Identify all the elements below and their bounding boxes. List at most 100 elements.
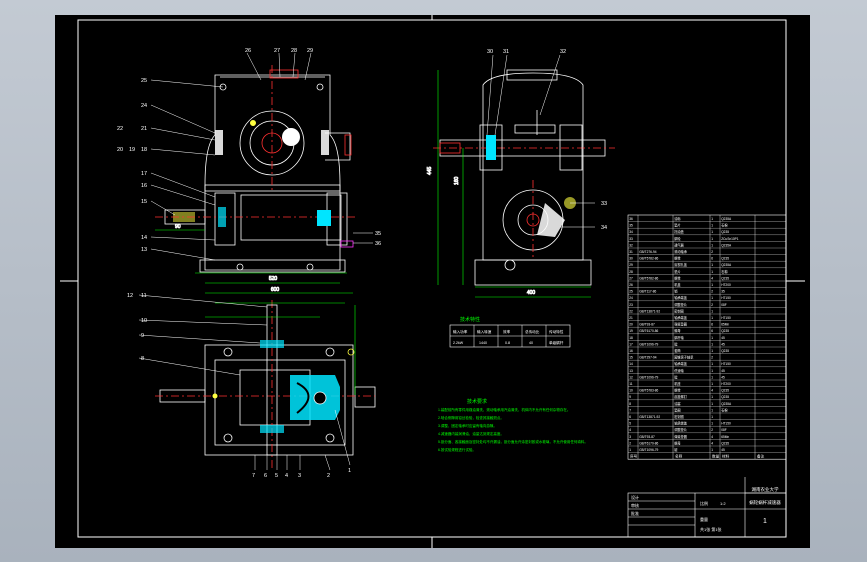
bom-cell-qty: 2 — [711, 303, 713, 307]
bom-cell-qty: 1 — [711, 422, 713, 426]
balloon-14: 14 — [141, 235, 147, 241]
bom-cell-no: 18 — [629, 336, 633, 340]
balloon-11: 11 — [141, 293, 147, 299]
bom-cell-qty: 1 — [711, 395, 713, 399]
bom-cell-qty: 1 — [711, 230, 713, 234]
bom-cell-name: 密封圈 — [674, 308, 684, 313]
bom-cell-qty: 1 — [711, 296, 713, 300]
tech-req-line-5: 5.剖分面、各接触面及密封处均不许漏油，剖分面允许涂密封胶或水玻璃，不允许使用任… — [438, 439, 588, 444]
bom-cell-code: GB/T1096-79 — [639, 448, 658, 452]
bom-cell-code: GB/T5782-86 — [639, 257, 658, 261]
bom-cell-no: 6 — [629, 415, 631, 419]
bom-cell-mat: 65Mn — [721, 435, 729, 439]
bom-cell-mat: Q235 — [721, 349, 729, 353]
bom-cell-name: 调整垫片 — [674, 302, 687, 307]
bom-cell-name: 圆锥滚子轴承 — [674, 355, 694, 360]
spec-header-5: 传动特性 — [549, 329, 564, 334]
bom-cell-qty: 6 — [711, 329, 713, 333]
bom-cell-no: 35 — [629, 224, 633, 228]
bom-cell-mat: 08F — [721, 428, 727, 432]
bom-cell-qty: 1 — [711, 349, 713, 353]
bom-cell-no: 5 — [629, 422, 631, 426]
bom-cell-mat: Q235 — [721, 257, 729, 261]
balloon-30: 30 — [487, 49, 493, 55]
drawing-sheet[interactable]: 520 90 26 27 28 29 25 24 22 21 20 19 18 … — [55, 15, 810, 548]
spec-header-2: 输入转速 — [477, 329, 492, 334]
bom-cell-name: 弹簧垫圈 — [674, 434, 687, 439]
bom-cell-mat: 35 — [721, 290, 725, 294]
drawing-title: 蜗轮蜗杆减速器 — [749, 499, 781, 506]
bom-cell-mat: HT200 — [721, 283, 731, 287]
bom-cell-name: 垫片 — [674, 269, 680, 274]
bom-cell-no: 13 — [629, 369, 633, 373]
bom-cell-no: 2 — [629, 441, 631, 445]
bom-cell-qty: 4 — [711, 276, 713, 280]
bom-cell-mat: HT150 — [721, 296, 731, 300]
bom-cell-name: 轴承端盖 — [674, 421, 688, 426]
bom-cell-qty: 1 — [711, 217, 713, 221]
bom-cell-name: 低速轴 — [674, 368, 684, 373]
spec-value-5: 单级蜗杆 — [549, 340, 564, 345]
balloon-26: 27 — [274, 48, 280, 54]
balloon-34: 34 — [601, 225, 607, 231]
bom-cell-name: 螺母 — [674, 440, 680, 445]
bom-cell-qty: 1 — [711, 316, 713, 320]
balloon-24: 24 — [141, 103, 147, 109]
bom-cell-mat: Q235A — [721, 217, 732, 221]
bom-cell-code: GB/T297-94 — [639, 356, 657, 360]
bom-cell-name: 滚动轴承 — [674, 249, 688, 254]
bom-cell-mat: Q235 — [721, 329, 729, 333]
approver-label: 批准 — [631, 510, 639, 516]
scale-value: 1:2 — [720, 501, 726, 506]
bom-cell-no: 25 — [629, 290, 633, 294]
bom-cell-mat: 08F — [721, 303, 727, 307]
tech-req-title: 技术要求 — [467, 398, 487, 405]
tech-spec-title: 技术特性 — [460, 316, 480, 323]
balloon-35: 35 — [375, 231, 381, 237]
bom-cell-mat: HT200 — [721, 382, 731, 386]
title-block: 设计 审核 批准 比例 1:2 重量 共1张 第1张 湖南农业大学 蜗轮蜗杆减速… — [627, 477, 787, 538]
bom-cell-qty: 4 — [711, 389, 713, 393]
bom-cell-qty: 1 — [711, 375, 713, 379]
assembly-drawing: 520 90 26 27 28 29 25 24 22 21 20 19 18 … — [60, 15, 805, 548]
spec-value-2: 1440 — [479, 341, 487, 345]
bom-cell-name: 轴承端盖 — [674, 315, 688, 320]
bom-cell-qty: 1 — [711, 415, 713, 419]
bom-cell-mat: HT150 — [721, 316, 731, 320]
bom-cell-name: 轴承端盖 — [674, 295, 688, 300]
bom-cell-mat: Q235 — [721, 230, 729, 234]
bom-cell-mat: Q235 — [721, 395, 729, 399]
side-view: 445 160 400 — [427, 69, 615, 298]
balloon-31: 31 — [503, 49, 509, 55]
balloon-28: 28 — [291, 48, 297, 54]
bom-cell-no: 21 — [629, 316, 633, 320]
balloon-33: 33 — [601, 201, 607, 207]
bom-cell-mat: 石棉 — [721, 407, 727, 412]
balloon-16: 16 — [141, 183, 147, 189]
balloon-13: 13 — [141, 247, 147, 253]
bom-cell-mat: 45 — [721, 369, 725, 373]
balloon-4: 4 — [285, 473, 288, 479]
bom-cell-name: 螺栓 — [674, 388, 681, 393]
bom-cell-mat: 45 — [721, 448, 725, 452]
bom-cell-name: 销 — [674, 289, 678, 294]
front-balloons: 26 27 28 29 25 24 22 21 20 19 18 17 16 1… — [117, 48, 381, 261]
scale-label: 比例 — [700, 500, 708, 506]
tech-req-line-2: 2.啮合侧隙用铅丝检验，检查其接触斑点。 — [438, 415, 504, 420]
bom-cell-code: GB/T13871-92 — [639, 309, 660, 313]
bom-cell-no: 12 — [629, 375, 633, 379]
bom-cell-qty: 1 — [711, 342, 713, 346]
bom-cell-no: 27 — [629, 276, 633, 280]
bom-cell-name: 垫圈 — [674, 407, 680, 412]
bom-cell-no: 14 — [629, 362, 633, 366]
bom-cell-qty: 1 — [711, 402, 713, 406]
bom-cell-qty: 1 — [711, 243, 713, 247]
bom-cell-no: 15 — [629, 356, 633, 360]
bom-cell-no: 26 — [629, 283, 633, 287]
balloon-5: 5 — [275, 473, 278, 479]
balloon-3: 3 — [298, 473, 301, 479]
bom-cell-name: 密封圈 — [674, 414, 684, 419]
bom-cell-no: 8 — [629, 402, 631, 406]
dim-height-left: 400 — [527, 290, 536, 296]
bom-cell-mat: Q235A — [721, 243, 732, 247]
